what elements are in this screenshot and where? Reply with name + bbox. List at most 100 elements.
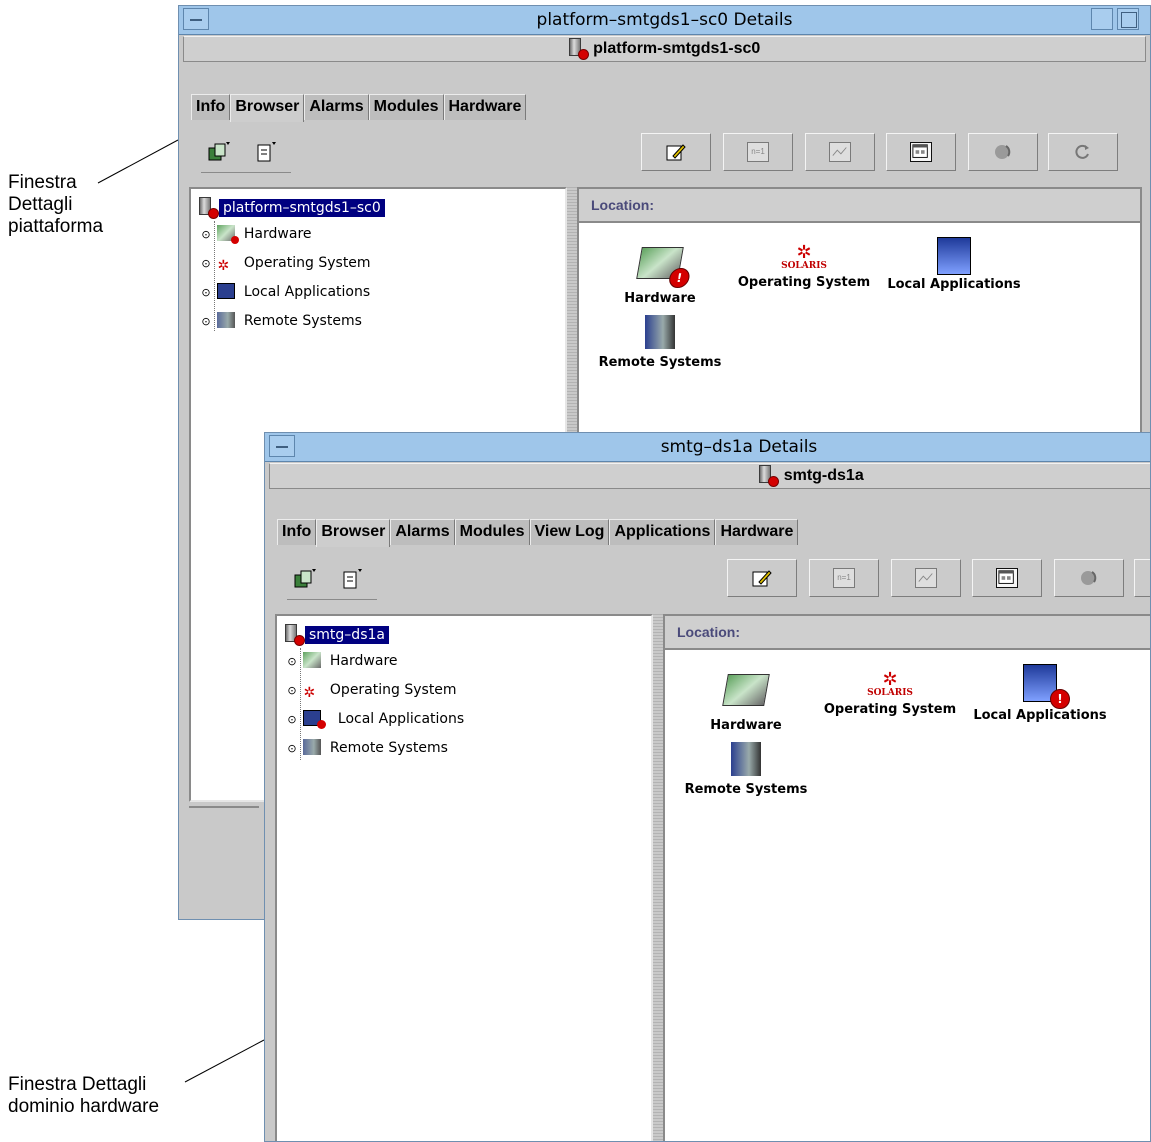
- server-alarm-icon: [759, 465, 780, 487]
- window-menu-button[interactable]: [269, 435, 295, 457]
- network-icon: [217, 312, 236, 328]
- tab-hardware[interactable]: Hardware: [715, 519, 799, 545]
- tab-alarms[interactable]: Alarms: [390, 519, 455, 545]
- tab-bar: Info Browser Alarms Modules Hardware: [191, 94, 527, 122]
- remote-systems-item[interactable]: Remote Systems: [681, 742, 811, 797]
- solaris-logo-text: SOLARIS: [867, 688, 913, 698]
- tree-node-remote-systems[interactable]: ⊙ Remote Systems: [285, 737, 464, 766]
- edit-button[interactable]: [727, 559, 797, 597]
- n-equals-1-button[interactable]: n=1: [809, 559, 879, 597]
- refresh-gear-icon: [995, 145, 1011, 159]
- window-button[interactable]: [886, 133, 956, 171]
- tab-hardware[interactable]: Hardware: [443, 94, 527, 120]
- tab-alarms[interactable]: Alarms: [304, 94, 369, 120]
- operating-system-item[interactable]: ✲ SOLARIS Operating System: [734, 244, 874, 291]
- hardware-item[interactable]: ! Hardware: [615, 241, 705, 306]
- refresh-gear-icon: [1081, 571, 1097, 585]
- tree-node-label: Local Applications: [243, 284, 371, 300]
- view-selector-icon[interactable]: [207, 140, 231, 164]
- view-selector-icon[interactable]: [293, 567, 317, 591]
- operating-system-item[interactable]: ✲ SOLARIS Operating System: [820, 671, 960, 718]
- n-equals-1-icon: n=1: [747, 142, 769, 162]
- solaris-icon: ✲ SOLARIS: [734, 244, 874, 277]
- item-label: Operating System: [737, 275, 871, 290]
- reload-button[interactable]: [1048, 133, 1118, 171]
- tab-modules[interactable]: Modules: [368, 94, 444, 120]
- tab-browser[interactable]: Browser: [230, 94, 305, 122]
- computer-alarm-icon: [303, 710, 327, 729]
- expand-toggle-icon[interactable]: ⊙: [285, 651, 299, 673]
- tab-view-log[interactable]: View Log: [529, 519, 610, 545]
- expand-toggle-icon[interactable]: ⊙: [285, 738, 299, 760]
- properties-icon[interactable]: [339, 567, 363, 591]
- tab-applications[interactable]: Applications: [609, 519, 716, 545]
- computer-icon: !: [1023, 664, 1070, 709]
- tree-node-hardware[interactable]: ⊙ Hardware: [285, 650, 464, 679]
- tree-view: smtg–ds1a ⊙ Hardware ⊙ ✲ Operating Syste…: [285, 624, 464, 766]
- edit-icon: [752, 570, 772, 587]
- refresh-gear-button[interactable]: [1054, 559, 1124, 597]
- edit-button[interactable]: [641, 133, 711, 171]
- local-applications-item[interactable]: ! Local Applications: [965, 664, 1115, 723]
- edit-icon: [666, 144, 686, 161]
- hardware-icon: [722, 674, 770, 706]
- minimize-button[interactable]: [1091, 8, 1113, 30]
- tree-node-hardware[interactable]: ⊙ Hardware: [199, 223, 385, 252]
- tree-node-operating-system[interactable]: ⊙ ✲ Operating System: [285, 679, 464, 708]
- toolbar-divider: [287, 599, 377, 600]
- tree-node-remote-systems[interactable]: ⊙ Remote Systems: [199, 310, 385, 339]
- window-button[interactable]: [972, 559, 1042, 597]
- callout-line-2: Dettagli: [8, 194, 73, 215]
- graph-button[interactable]: [805, 133, 875, 171]
- tree-node-label: Operating System: [243, 255, 371, 271]
- host-name: platform-smtgds1-sc0: [593, 40, 761, 57]
- solaris-icon: ✲: [303, 685, 316, 701]
- server-alarm-icon: [285, 624, 305, 646]
- expand-toggle-icon[interactable]: ⊙: [199, 253, 213, 275]
- tab-modules[interactable]: Modules: [454, 519, 530, 545]
- server-alarm-icon: [199, 197, 219, 219]
- network-icon: [645, 315, 675, 349]
- reload-button[interactable]: [1134, 559, 1150, 597]
- tree-node-label: Operating System: [329, 682, 457, 698]
- location-bar: Location:: [579, 189, 1140, 223]
- tab-info[interactable]: Info: [191, 94, 231, 120]
- title-bar[interactable]: platform–smtgds1–sc0 Details: [179, 6, 1150, 35]
- tab-browser[interactable]: Browser: [316, 519, 391, 547]
- tree-root[interactable]: platform–smtgds1–sc0: [199, 197, 385, 223]
- item-label: Operating System: [823, 702, 957, 717]
- expand-toggle-icon[interactable]: ⊙: [199, 282, 213, 304]
- graph-button[interactable]: [891, 559, 961, 597]
- local-applications-item[interactable]: Local Applications: [879, 237, 1029, 292]
- tree-node-local-applications[interactable]: ⊙ Local Applications: [285, 708, 464, 737]
- pane-splitter[interactable]: [653, 614, 663, 1141]
- hardware-item[interactable]: Hardware: [701, 668, 791, 733]
- alarm-icon: !: [667, 268, 692, 288]
- maximize-button[interactable]: [1117, 8, 1139, 30]
- tab-info[interactable]: Info: [277, 519, 317, 545]
- remote-systems-item[interactable]: Remote Systems: [595, 315, 725, 370]
- refresh-gear-button[interactable]: [968, 133, 1038, 171]
- hardware-alarm-icon: [217, 225, 240, 244]
- properties-icon[interactable]: [253, 140, 277, 164]
- expand-toggle-icon[interactable]: ⊙: [199, 311, 213, 333]
- tree-node-local-applications[interactable]: ⊙ Local Applications: [199, 281, 385, 310]
- tree-node-label: Hardware: [243, 226, 312, 242]
- hardware-icon: !: [636, 247, 692, 288]
- title-bar[interactable]: smtg–ds1a Details: [265, 433, 1150, 462]
- host-header: platform-smtgds1-sc0: [183, 36, 1146, 62]
- computer-icon: [217, 283, 236, 299]
- item-label: Remote Systems: [598, 355, 722, 370]
- callout-line-2: dominio hardware: [8, 1096, 160, 1117]
- tree-root[interactable]: smtg–ds1a: [285, 624, 464, 650]
- expand-toggle-icon[interactable]: ⊙: [285, 680, 299, 702]
- callout-line-1: Finestra: [8, 172, 77, 193]
- computer-icon: [937, 237, 971, 275]
- n-equals-1-button[interactable]: n=1: [723, 133, 793, 171]
- domain-details-window: smtg–ds1a Details smtg-ds1a Info Browser…: [264, 432, 1151, 1142]
- expand-toggle-icon[interactable]: ⊙: [199, 224, 213, 246]
- callout-line-3: piattaforma: [8, 216, 104, 237]
- graph-icon: [915, 568, 937, 588]
- tree-node-operating-system[interactable]: ⊙ ✲ Operating System: [199, 252, 385, 281]
- expand-toggle-icon[interactable]: ⊙: [285, 709, 299, 731]
